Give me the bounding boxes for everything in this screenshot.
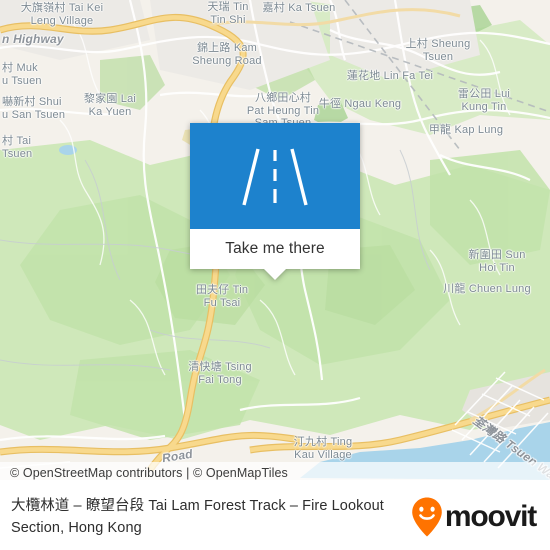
map-attribution-bar: © OpenStreetMap contributors | © OpenMap… bbox=[0, 462, 550, 484]
moovit-wordmark: moovit bbox=[444, 500, 537, 533]
card-cta-bar[interactable]: Take me there bbox=[190, 229, 360, 269]
card-pointer-tip bbox=[264, 269, 286, 280]
moovit-logo[interactable]: moovit bbox=[410, 496, 550, 538]
card-image-area bbox=[190, 123, 360, 229]
take-me-there-label: Take me there bbox=[225, 240, 325, 257]
place-title: 大欖林道 – 瞭望台段 Tai Lam Forest Track – Fire … bbox=[11, 498, 384, 536]
map-attribution-text[interactable]: © OpenStreetMap contributors | © OpenMap… bbox=[0, 466, 288, 480]
take-me-there-card[interactable]: Take me there bbox=[190, 123, 360, 280]
moovit-map-screenshot: 大旗嶺村 Tai Kei Leng Village 天瑞 Tin Tin Shi… bbox=[0, 0, 550, 550]
road-perspective-icon bbox=[242, 148, 308, 206]
footer-bar: 大欖林道 – 瞭望台段 Tai Lam Forest Track – Fire … bbox=[0, 484, 550, 550]
moovit-pin-smiley-icon bbox=[412, 497, 442, 537]
map-viewport[interactable]: 大旗嶺村 Tai Kei Leng Village 天瑞 Tin Tin Shi… bbox=[0, 0, 550, 480]
